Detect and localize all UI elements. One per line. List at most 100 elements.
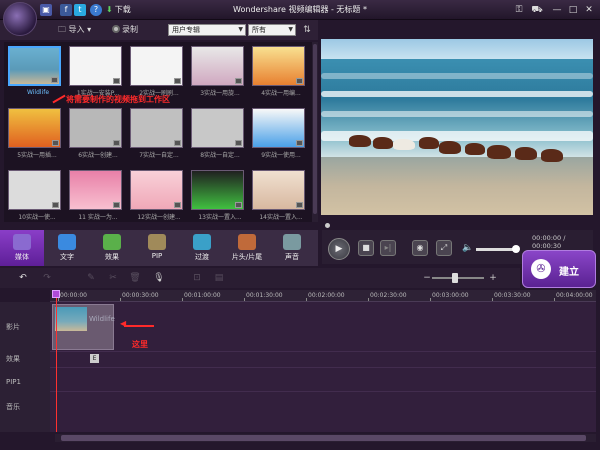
tab-1[interactable]: 文字 — [45, 230, 89, 266]
album-select[interactable]: 用户专辑 ▼ — [168, 24, 246, 36]
media-type-icon — [235, 78, 242, 84]
tab-0[interactable]: 媒体 — [0, 230, 44, 266]
library-item-caption: 14实战一置入... — [259, 214, 303, 221]
media-type-icon — [296, 78, 303, 84]
video-clip[interactable]: Wildlife — [52, 304, 115, 350]
scrollbar-thumb[interactable] — [313, 44, 317, 214]
tab-6[interactable]: 声音 — [270, 230, 314, 266]
pip-track[interactable] — [50, 368, 596, 392]
horse — [541, 149, 563, 162]
key-icon[interactable]: ⚿ — [512, 3, 526, 17]
ruler-tick — [492, 298, 493, 301]
app-title: Wondershare 视频编辑器 - 无标题 * — [233, 5, 367, 14]
library-item-caption: 8实战一自定... — [200, 152, 240, 159]
music-track[interactable] — [50, 392, 596, 432]
fullscreen-button[interactable]: ⤢ — [436, 240, 452, 256]
record-icon — [112, 25, 120, 33]
split-icon[interactable]: ▤ — [212, 271, 226, 285]
effects-track[interactable] — [50, 352, 596, 368]
create-button[interactable]: ✇ 建立 — [522, 250, 596, 288]
horse — [515, 147, 537, 160]
library-item[interactable]: 3实战一用旋... — [191, 46, 244, 97]
ruler-tick — [554, 298, 555, 301]
video-preview — [321, 39, 593, 215]
ruler-mark: 00:01:30:00 — [246, 292, 283, 299]
library-scrollbar[interactable] — [312, 42, 318, 222]
cut-icon[interactable]: ✂ — [106, 271, 120, 285]
minimize-button[interactable]: — — [550, 3, 564, 17]
volume-icon[interactable]: 🔈 — [462, 243, 473, 253]
tab-3[interactable]: PIP — [135, 230, 179, 266]
library-item-caption: 3实战一用旋... — [200, 90, 240, 97]
type-select[interactable]: 所有 ▼ — [248, 24, 296, 36]
media-type-icon — [174, 78, 181, 84]
zoom-slider[interactable] — [432, 277, 484, 279]
library-item[interactable]: 11 实战一为... — [69, 170, 122, 221]
library-item[interactable]: 10实战一使... — [8, 170, 61, 221]
redo-icon[interactable]: ↷ — [40, 271, 54, 285]
tab-4[interactable]: 过渡 — [180, 230, 224, 266]
ruler-mark: 00:03:30:00 — [494, 292, 531, 299]
library-item-caption: 4实战一用编... — [261, 90, 301, 97]
annotation-arrow — [124, 325, 154, 327]
library-item[interactable]: 13实战一置入... — [191, 170, 244, 221]
timeline-scrollbar[interactable] — [55, 434, 596, 442]
title-bar: ▣ f t ? ⬇ 下载 Wondershare 视频编辑器 - 无标题 * ⚿ … — [0, 0, 600, 20]
tab-5[interactable]: 片头/片尾 — [225, 230, 269, 266]
microphone-icon[interactable]: 🎙 — [152, 271, 166, 285]
app-logo — [3, 2, 37, 36]
playhead-handle[interactable] — [52, 290, 60, 298]
edit-icon[interactable]: ✎ — [84, 271, 98, 285]
scrollbar-thumb[interactable] — [61, 435, 586, 441]
library-item[interactable]: 7实战一自定... — [130, 108, 183, 159]
library-item[interactable]: 5实战一用插... — [8, 108, 61, 159]
ruler-tick — [182, 298, 183, 301]
library-item[interactable]: 6实战一创建... — [69, 108, 122, 159]
library-item-caption: 13实战一置入... — [198, 214, 242, 221]
ruler-mark: 00:03:00:00 — [432, 292, 469, 299]
library-item-caption: 5实战一用插... — [17, 152, 57, 159]
volume-slider[interactable] — [476, 248, 516, 251]
zoom-knob[interactable] — [452, 273, 458, 283]
library-item[interactable]: 9实战一使用... — [252, 108, 305, 159]
cart-icon[interactable]: ⛟ — [530, 3, 544, 17]
horse — [393, 139, 415, 150]
tab-2[interactable]: 效果 — [90, 230, 134, 266]
library-item[interactable]: 1实战一安装P... — [69, 46, 122, 97]
library-item[interactable]: 14实战一置入... — [252, 170, 305, 221]
library-item-caption: 9实战一使用... — [261, 152, 301, 159]
library-item[interactable]: 4实战一用编... — [252, 46, 305, 97]
effect-marker-icon[interactable]: E — [90, 354, 99, 363]
progress-knob[interactable] — [325, 223, 330, 228]
sort-icon[interactable]: ⇅ — [300, 23, 314, 37]
snapshot-button[interactable]: ◉ — [412, 240, 428, 256]
maximize-button[interactable]: □ — [566, 3, 580, 17]
library-item[interactable]: 12实战一创建... — [130, 170, 183, 221]
preview-progress[interactable] — [322, 222, 593, 230]
import-button[interactable]: 🗀 导入 ▾ — [58, 24, 91, 38]
time-display: 00:00:00 / 00:00:30 — [532, 234, 566, 250]
library-item[interactable]: Wildlife — [8, 46, 61, 96]
create-label: 建立 — [559, 267, 579, 278]
library-item[interactable]: 8实战一自定... — [191, 108, 244, 159]
delete-icon[interactable]: 🗑 — [128, 271, 142, 285]
play-button[interactable]: ▶ — [328, 238, 350, 260]
tab-icon — [238, 234, 256, 250]
media-type-icon — [174, 140, 181, 146]
pip-track-label: PIP1 — [6, 378, 21, 386]
library-item[interactable]: 2实战一刷刷... — [130, 46, 183, 97]
media-type-icon — [174, 202, 181, 208]
timeline-ruler[interactable]: 00:00:00 00:00:30:00 00:01:00:00 00:01:30:0… — [50, 290, 596, 302]
undo-icon[interactable]: ↶ — [16, 271, 30, 285]
music-track-label: 音乐 — [6, 403, 20, 411]
zoom-in-icon[interactable]: + — [486, 271, 500, 285]
library-item-caption: 10实战一使... — [18, 214, 56, 221]
playhead[interactable] — [56, 292, 57, 432]
record-button[interactable]: 录制 — [112, 24, 138, 35]
wave — [321, 91, 593, 97]
crop-icon[interactable]: ⊡ — [190, 271, 204, 285]
volume-knob[interactable] — [512, 245, 520, 253]
next-frame-button[interactable]: ▸| — [380, 240, 396, 256]
close-button[interactable]: ✕ — [582, 3, 596, 17]
stop-button[interactable]: ■ — [358, 240, 374, 256]
